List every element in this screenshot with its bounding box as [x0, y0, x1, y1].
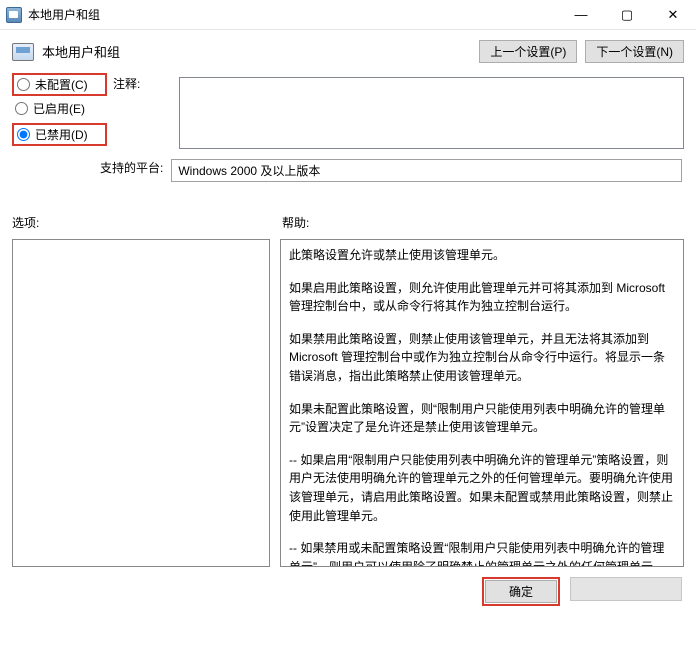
maximize-button[interactable]: ▢ — [604, 0, 650, 30]
minimize-button[interactable]: — — [558, 0, 604, 30]
help-paragraph: 如果禁用此策略设置，则禁止使用该管理单元，并且无法将其添加到 Microsoft… — [289, 330, 675, 386]
help-paragraph: 此策略设置允许或禁止使用该管理单元。 — [289, 246, 675, 265]
platform-value: Windows 2000 及以上版本 — [171, 159, 682, 182]
close-button[interactable]: ✕ — [650, 0, 696, 30]
highlight-not-configured: 未配置(C) — [12, 73, 107, 96]
app-icon — [6, 7, 22, 23]
header-row: 本地用户和组 上一个设置(P) 下一个设置(N) — [0, 30, 696, 69]
note-label: 注释: — [113, 75, 140, 92]
cancel-button-placeholder[interactable] — [570, 577, 682, 601]
options-pane — [12, 239, 270, 567]
radio-not-configured[interactable]: 未配置(C) — [14, 76, 105, 93]
prev-setting-button[interactable]: 上一个设置(P) — [479, 40, 577, 63]
state-radio-group: 未配置(C) 已启用(E) 已禁用(D) — [12, 73, 107, 154]
window-title: 本地用户和组 — [28, 6, 558, 23]
ok-button[interactable]: 确定 — [485, 580, 557, 603]
radio-not-configured-label: 未配置(C) — [35, 76, 88, 93]
radio-enabled-label: 已启用(E) — [33, 100, 85, 117]
radio-enabled-input[interactable] — [15, 102, 28, 115]
footer: 确定 — [0, 567, 696, 606]
help-paragraph: 如果未配置此策略设置，则“限制用户只能使用列表中明确允许的管理单元”设置决定了是… — [289, 400, 675, 437]
radio-not-configured-input[interactable] — [17, 78, 30, 91]
platform-label: 支持的平台: — [100, 159, 163, 176]
help-heading: 帮助: — [282, 214, 309, 231]
help-paragraph: -- 如果禁用或未配置策略设置“限制用户只能使用列表中明确允许的管理单元”，则用… — [289, 539, 675, 567]
radio-disabled-label: 已禁用(D) — [35, 126, 88, 143]
radio-disabled[interactable]: 已禁用(D) — [14, 126, 105, 143]
header-label: 本地用户和组 — [42, 42, 120, 61]
snapin-icon — [12, 43, 34, 61]
help-pane[interactable]: 此策略设置允许或禁止使用该管理单元。 如果启用此策略设置，则允许使用此管理单元并… — [280, 239, 684, 567]
help-paragraph: 如果启用此策略设置，则允许使用此管理单元并可将其添加到 Microsoft 管理… — [289, 279, 675, 316]
highlight-ok: 确定 — [482, 577, 560, 606]
highlight-disabled: 已禁用(D) — [12, 123, 107, 146]
options-heading: 选项: — [12, 214, 39, 231]
help-paragraph: -- 如果启用“限制用户只能使用列表中明确允许的管理单元”策略设置，则用户无法使… — [289, 451, 675, 525]
radio-enabled[interactable]: 已启用(E) — [12, 100, 107, 117]
titlebar: 本地用户和组 — ▢ ✕ — [0, 0, 696, 30]
next-setting-button[interactable]: 下一个设置(N) — [585, 40, 684, 63]
note-textarea[interactable] — [179, 77, 684, 149]
radio-disabled-input[interactable] — [17, 128, 30, 141]
